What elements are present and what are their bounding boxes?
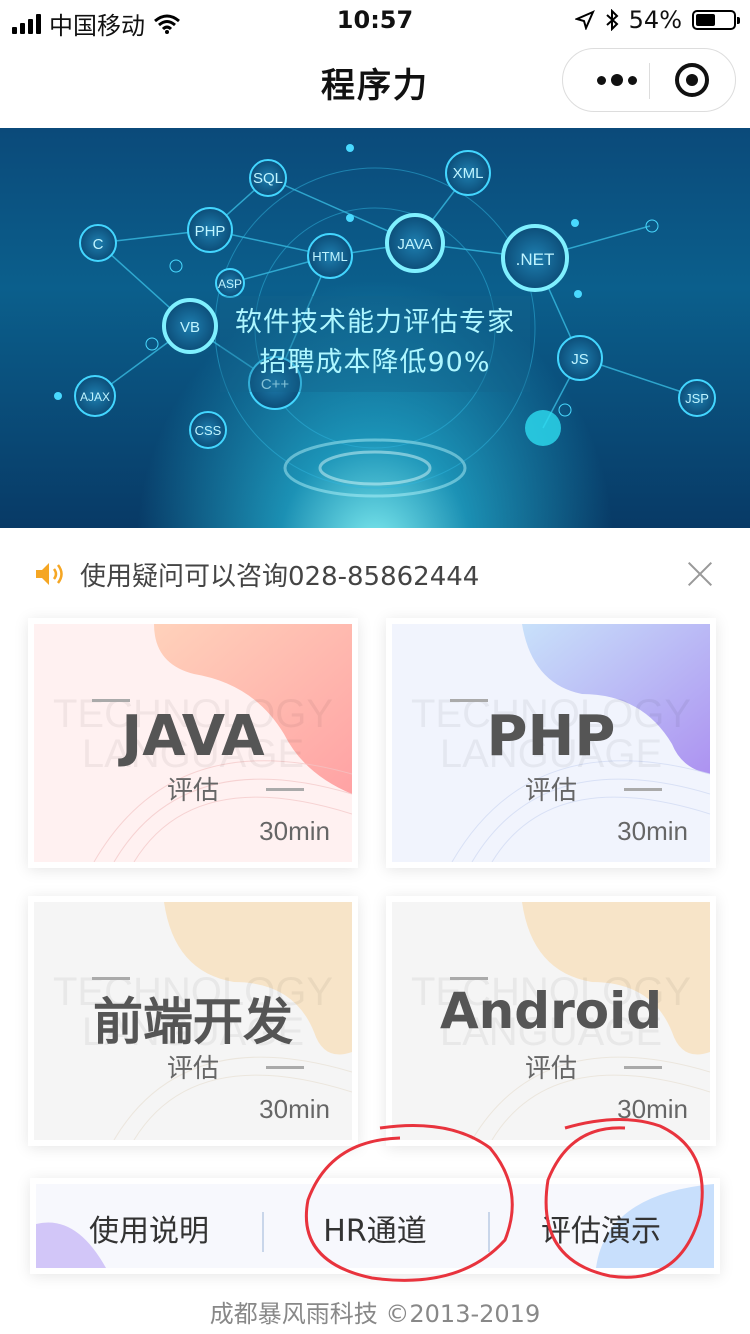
svg-text:JSP: JSP <box>685 391 709 406</box>
node-c: C <box>79 224 117 262</box>
card-title: Android <box>439 982 663 1040</box>
capsule-divider <box>649 63 650 99</box>
node-sql: SQL <box>249 159 287 197</box>
speaker-icon <box>36 563 63 585</box>
location-arrow-icon <box>574 10 595 30</box>
hr-channel-button[interactable]: HR通道 <box>262 1206 488 1250</box>
card-dash <box>450 977 488 980</box>
status-right: 54% <box>574 6 740 34</box>
footer-copyright: 成都暴风雨科技 ©2013-2019 <box>209 1300 541 1328</box>
svg-text:HTML: HTML <box>312 249 347 264</box>
mini-program-capsule <box>562 48 736 112</box>
node-jsp: JSP <box>678 379 716 417</box>
card-title: PHP <box>486 704 616 769</box>
svg-text:CSS: CSS <box>195 423 222 438</box>
card-duration: 30min <box>617 816 688 846</box>
card-duration: 30min <box>259 1094 330 1124</box>
card-subtitle: 评估 <box>166 776 219 806</box>
bottom-action-bar: 使用说明 HR通道 评估演示 <box>30 1178 720 1274</box>
card-frontend[interactable]: TECHNOLOGY LANGUAGE 前端开发 评估 30min <box>28 896 358 1146</box>
svg-text:AJAX: AJAX <box>80 390 110 404</box>
node-ajax: AJAX <box>74 375 116 417</box>
card-dash <box>450 699 488 702</box>
svg-text:PHP: PHP <box>195 223 226 240</box>
card-title: JAVA <box>121 704 265 769</box>
battery-icon <box>692 10 740 30</box>
card-android[interactable]: TECHNOLOGY LANGUAGE Android 评估 30min <box>386 896 716 1146</box>
nav-bar: 程序力 <box>0 40 750 128</box>
notice-text: 使用疑问可以咨询028-85862444 <box>80 562 480 592</box>
svg-text:ASP: ASP <box>218 277 242 291</box>
svg-text:SQL: SQL <box>253 170 283 187</box>
notice-bar: 使用疑问可以咨询028-85862444 <box>0 550 750 600</box>
svg-text:XML: XML <box>453 165 484 182</box>
card-subtitle: 评估 <box>524 776 577 806</box>
node-net: .NET <box>501 224 569 292</box>
card-java[interactable]: TECHNOLOGY LANGUAGE JAVA 评估 30min <box>28 618 358 868</box>
node-php: PHP <box>187 207 233 253</box>
target-circle-icon[interactable] <box>675 63 709 97</box>
bluetooth-icon <box>605 9 619 31</box>
demo-button[interactable]: 评估演示 <box>488 1206 714 1250</box>
card-subtitle: 评估 <box>524 1054 577 1084</box>
svg-text:JAVA: JAVA <box>397 236 432 253</box>
card-subtitle: 评估 <box>166 1054 219 1084</box>
node-asp: ASP <box>215 268 245 298</box>
node-xml: XML <box>445 150 491 196</box>
svg-text:.NET: .NET <box>516 250 555 269</box>
node-java: JAVA <box>385 213 445 273</box>
battery-percent: 54% <box>628 6 682 34</box>
card-dash <box>92 699 130 702</box>
card-duration: 30min <box>617 1094 688 1124</box>
svg-text:C: C <box>93 236 104 253</box>
card-dash <box>92 977 130 980</box>
usage-guide-button[interactable]: 使用说明 <box>36 1206 262 1250</box>
close-icon[interactable] <box>686 560 714 588</box>
hero-banner[interactable]: SQL XML PHP HTML JAVA .NET C ASP VB JS C… <box>0 128 750 528</box>
card-duration: 30min <box>259 816 330 846</box>
node-html: HTML <box>307 233 353 279</box>
banner-headline: 软件技术能力评估专家 <box>235 307 515 338</box>
card-php[interactable]: TECHNOLOGY LANGUAGE PHP 评估 30min <box>386 618 716 868</box>
banner-subheadline: 招聘成本降低90% <box>259 347 491 378</box>
node-css: CSS <box>189 411 227 449</box>
card-title: 前端开发 <box>93 993 293 1051</box>
status-bar: 中国移动 10:57 54% <box>0 0 750 40</box>
more-dots-icon[interactable] <box>587 63 647 97</box>
